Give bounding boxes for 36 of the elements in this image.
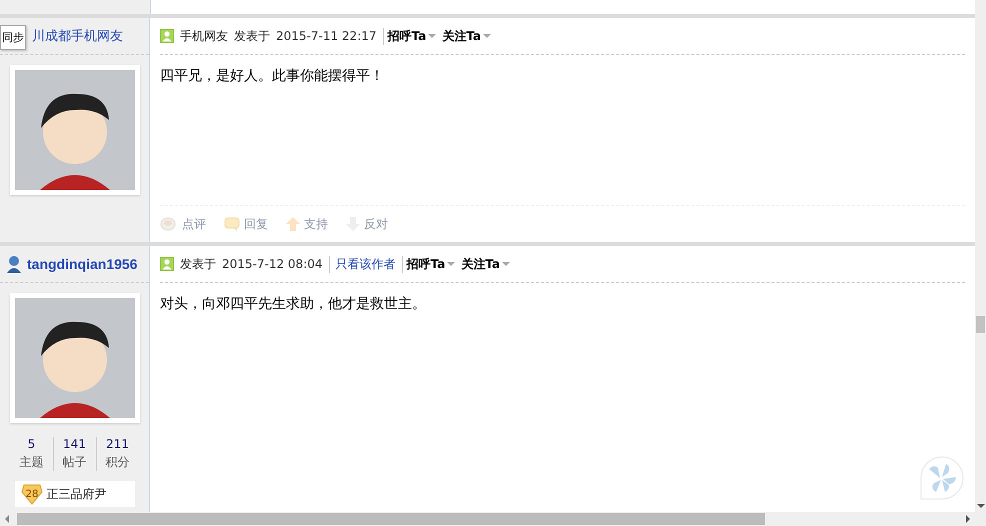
rank-title: 正三品府尹 — [46, 486, 106, 502]
user-menu[interactable]: 招呼Ta — [402, 256, 456, 272]
stat-label: 帖子 — [62, 454, 88, 471]
scrollbar-thumb[interactable] — [17, 513, 765, 525]
stat-value[interactable]: 5 — [10, 437, 52, 451]
post-time: 2015-7-11 22:17 — [276, 29, 376, 43]
tooltip: 同步 — [0, 25, 26, 50]
avatar[interactable] — [10, 293, 140, 423]
author-only-link[interactable]: 只看该作者 — [328, 256, 396, 272]
stat-label: 积分 — [104, 454, 130, 471]
scroll-right-icon[interactable] — [966, 515, 970, 523]
author-link[interactable]: 川成都手机网友 — [32, 27, 123, 45]
user-menu[interactable]: 招呼Ta — [382, 28, 436, 44]
avatar[interactable] — [10, 65, 140, 195]
scroll-down-icon[interactable] — [977, 504, 985, 508]
stat-value[interactable]: 141 — [54, 437, 96, 451]
rank-badge-icon: 28 — [20, 483, 42, 505]
user-icon — [160, 29, 174, 43]
speech-bubble-icon — [224, 217, 240, 231]
scrollbar-thumb[interactable] — [976, 316, 985, 333]
cup-icon — [160, 217, 178, 231]
post-time: 2015-7-12 08:04 — [222, 257, 322, 271]
author-link[interactable]: tangdinqian1956 — [27, 256, 138, 272]
user-menu[interactable]: 关注Ta — [461, 256, 510, 272]
up-arrow-icon — [286, 217, 300, 231]
stat-value[interactable]: 211 — [96, 437, 138, 451]
post-text: 对头，向邓四平先生求助，他才是救世主。 — [160, 295, 427, 313]
stat-label: 主题 — [18, 454, 44, 471]
posted-label: 发表于 — [234, 28, 270, 44]
posted-label: 发表于 — [180, 256, 216, 272]
user-badge-icon — [5, 255, 23, 273]
user-icon — [160, 257, 174, 271]
post-text: 四平兄，是好人。此事你能摆得平！ — [160, 67, 385, 85]
user-menu[interactable]: 关注Ta — [442, 28, 491, 44]
source-label: 手机网友 — [180, 28, 228, 44]
scroll-left-icon[interactable] — [5, 515, 9, 523]
